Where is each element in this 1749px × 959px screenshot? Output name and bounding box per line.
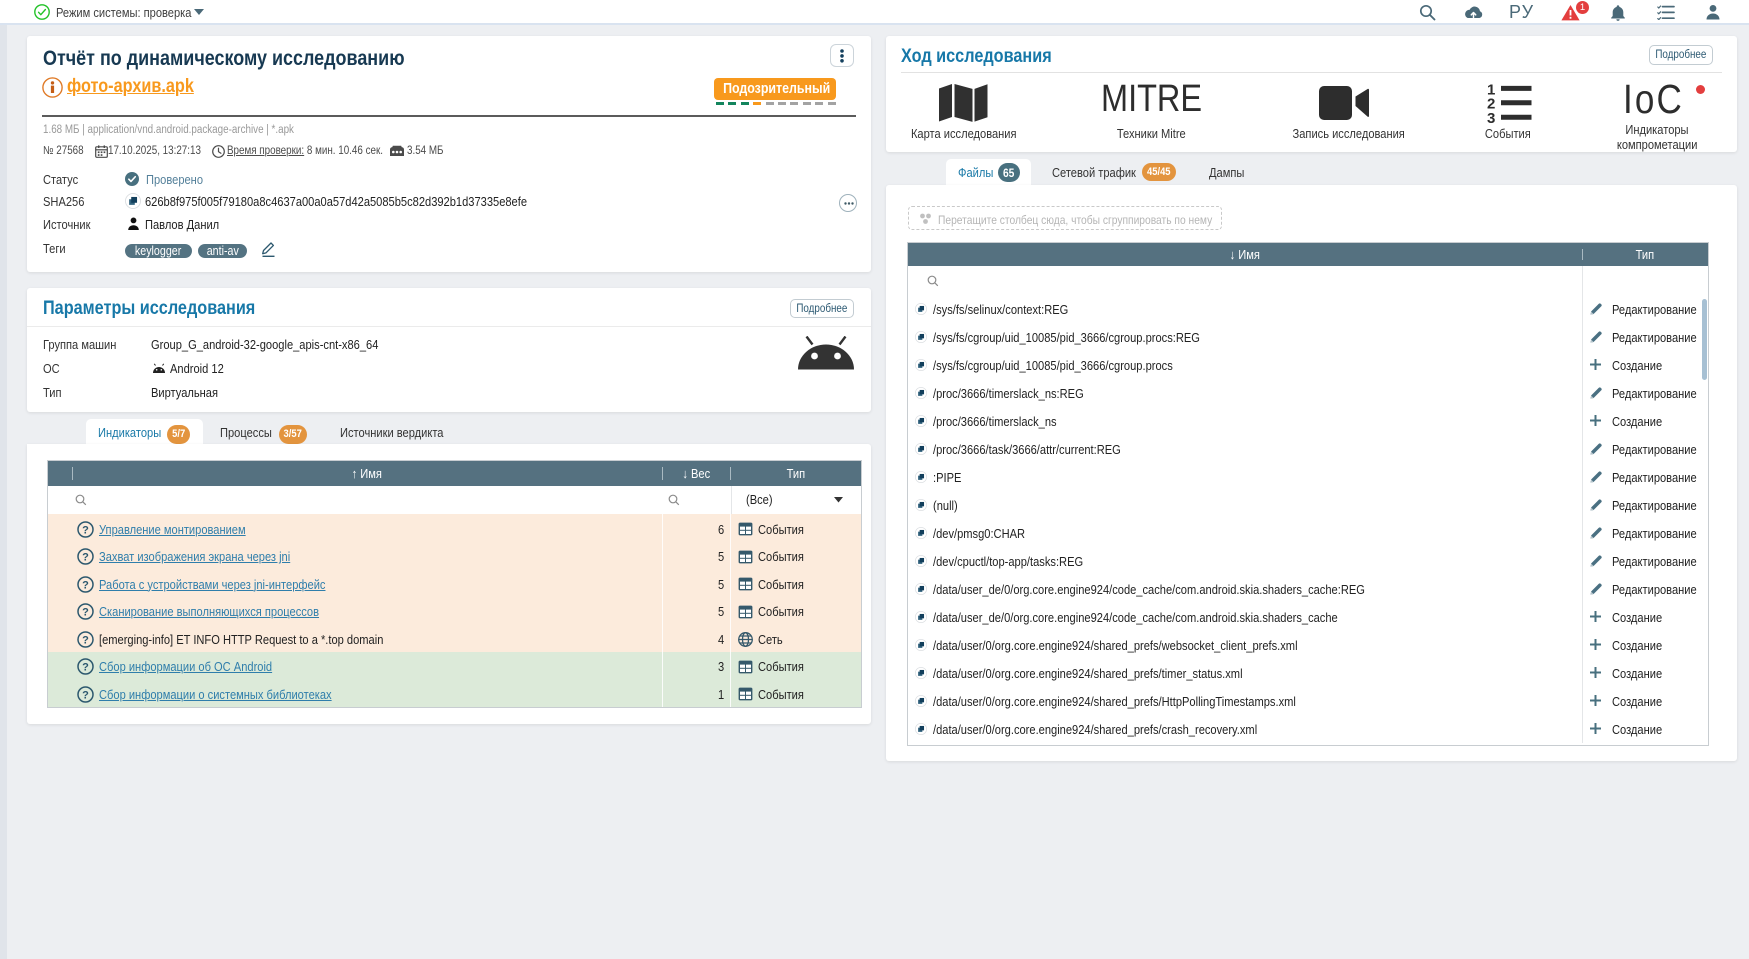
svg-text:?: ? bbox=[82, 579, 89, 591]
svg-text:?: ? bbox=[82, 551, 89, 563]
svg-text:3: 3 bbox=[1487, 110, 1495, 123]
svg-text:?: ? bbox=[82, 689, 89, 701]
svg-text:?: ? bbox=[82, 606, 89, 618]
svg-text:?: ? bbox=[82, 634, 89, 646]
svg-text:?: ? bbox=[82, 524, 89, 536]
svg-text:?: ? bbox=[82, 661, 89, 673]
